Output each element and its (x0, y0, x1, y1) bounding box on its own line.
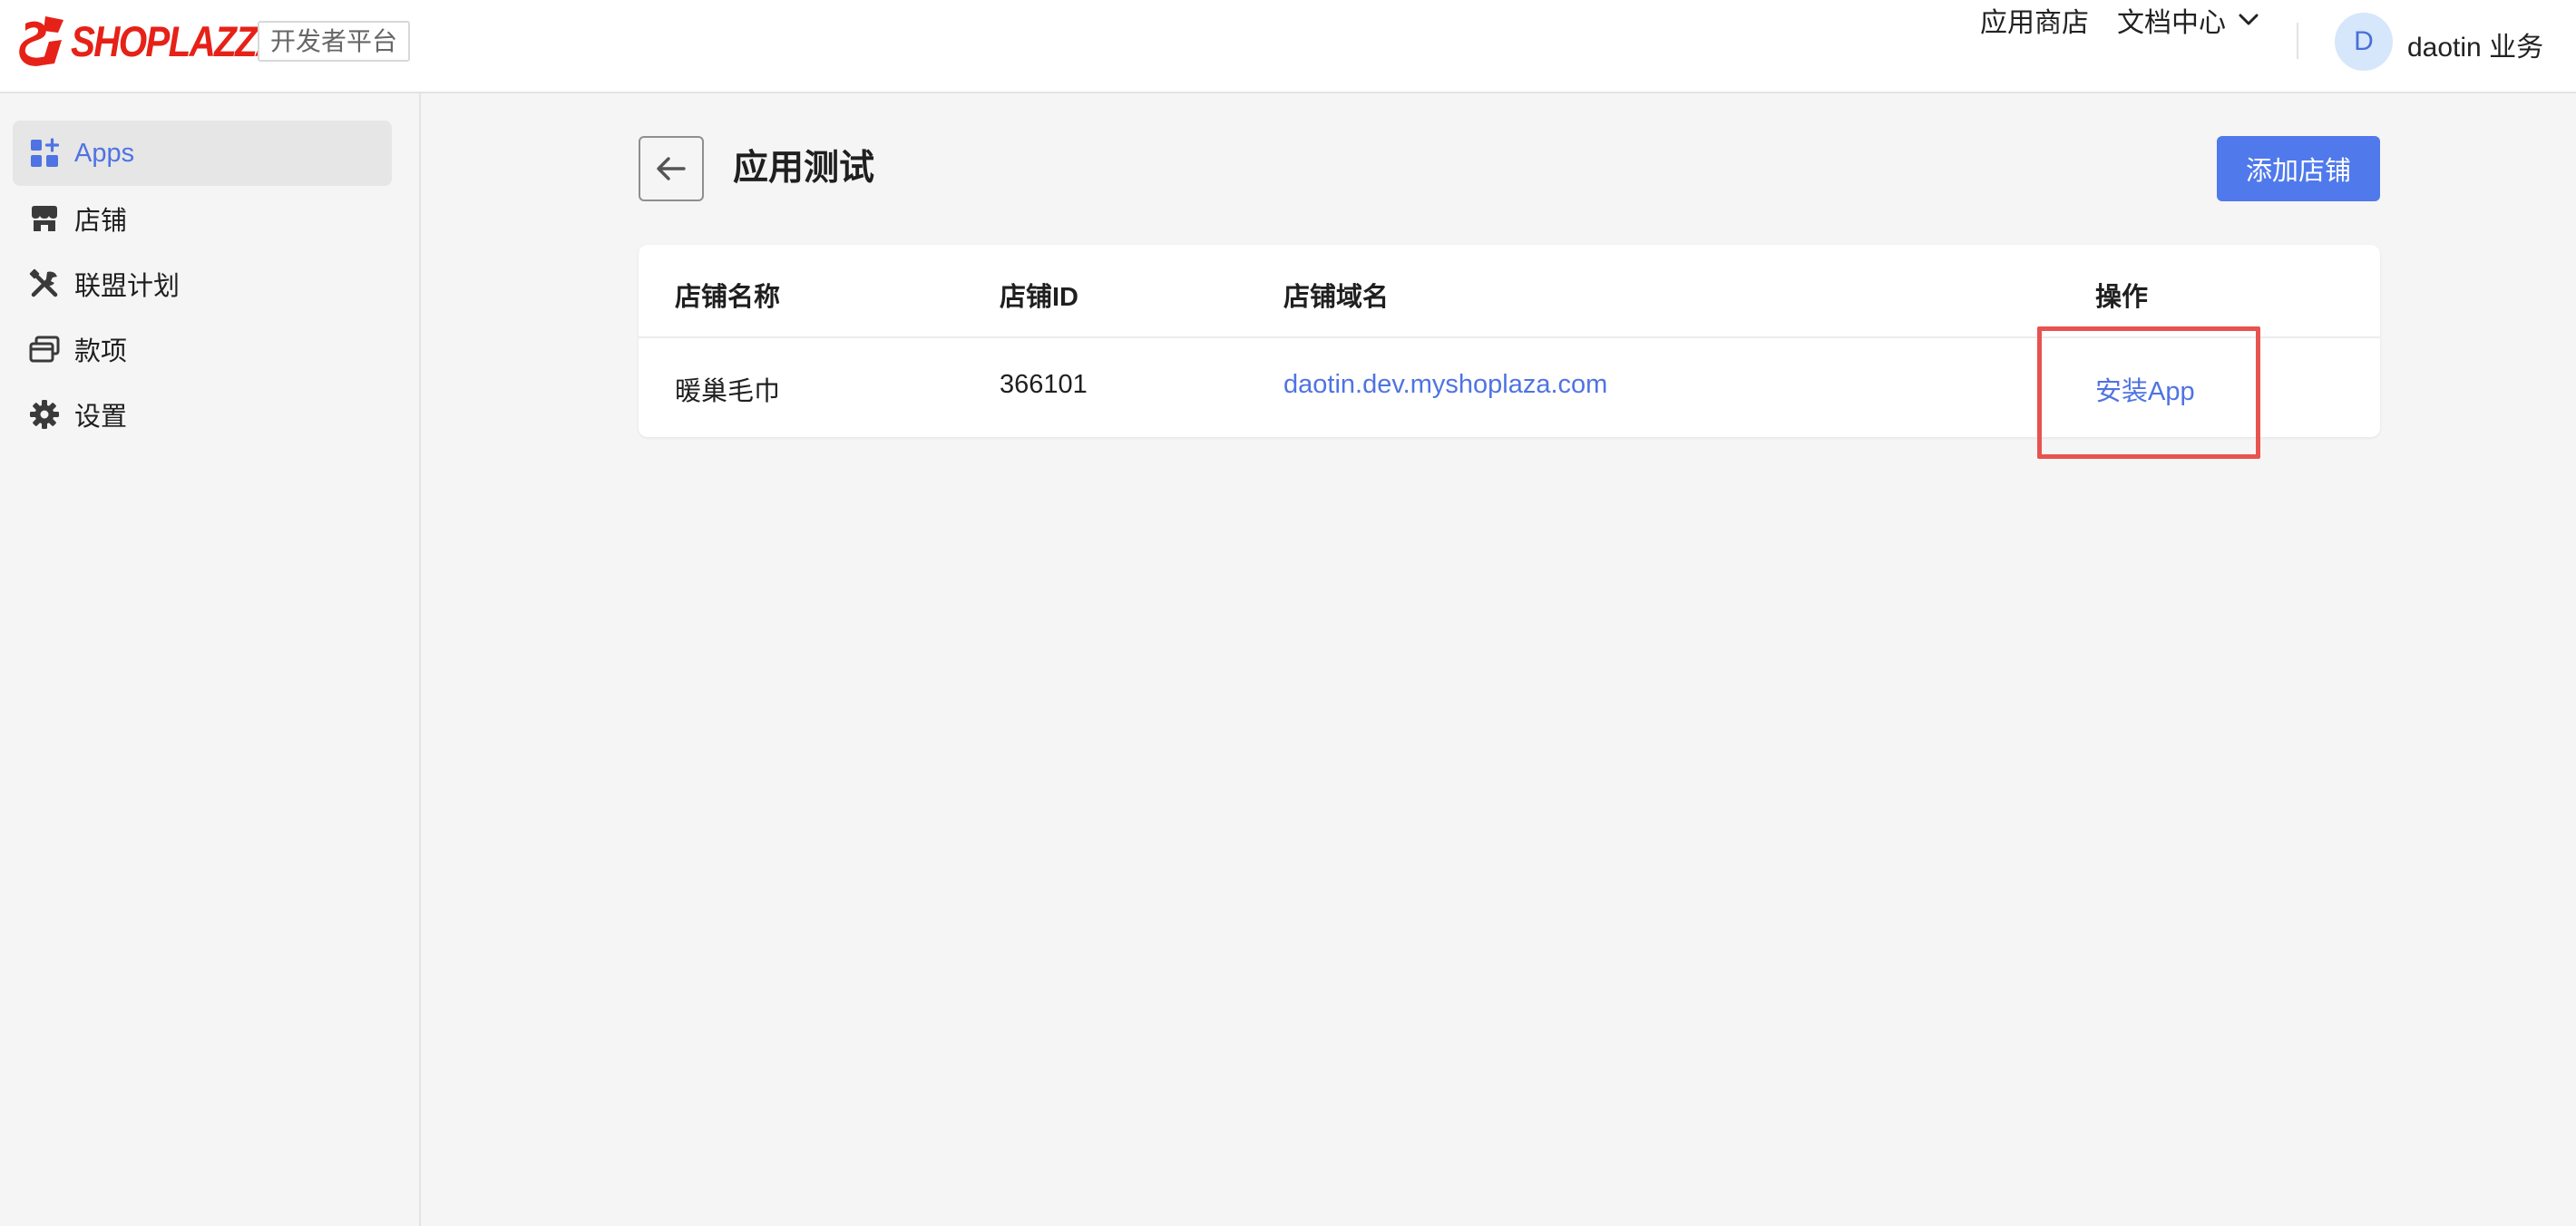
header-divider (639, 336, 2380, 338)
app-store-label: 应用商店 (1980, 8, 2089, 38)
sidebar-item-label: 款项 (74, 337, 128, 366)
column-header-store-id: 店铺ID (1000, 283, 1079, 312)
gear-icon (29, 399, 60, 430)
sidebar-item-label: 联盟计划 (74, 272, 181, 301)
page-title: 应用测试 (733, 149, 875, 188)
stores-table: 店铺名称 店铺ID 店铺域名 操作 暖巢毛巾 366101 daotin.dev… (639, 245, 2380, 437)
store-domain-link[interactable]: daotin.dev.myshoplaza.com (1283, 370, 1607, 400)
sidebar-item-label: 店铺 (74, 207, 128, 236)
sidebar: Apps 店铺 联盟计划 款项 设置 (0, 93, 421, 1226)
chevron-down-icon (2239, 14, 2259, 25)
app-store-link[interactable]: 应用商店 (1980, 0, 2089, 40)
store-id-cell: 366101 (1000, 370, 1088, 399)
column-header-store-name: 店铺名称 (675, 283, 781, 312)
platform-badge: 开发者平台 (258, 21, 411, 62)
brand-name: SHOPLAZZA (71, 16, 282, 65)
top-header: SHOPLAZZA 开发者平台 应用商店 文档中心 D daotin 业务 (0, 0, 2576, 93)
docs-center-dropdown[interactable]: 文档中心 (2117, 0, 2259, 40)
install-app-link[interactable]: 安装App (2095, 370, 2195, 408)
sidebar-item-payments[interactable]: 款项 (13, 316, 392, 382)
sidebar-item-label: 设置 (74, 403, 128, 432)
column-header-actions: 操作 (2095, 283, 2149, 312)
store-name-cell: 暖巢毛巾 (675, 377, 781, 406)
store-icon (29, 203, 60, 234)
sidebar-item-affiliate[interactable]: 联盟计划 (13, 251, 392, 316)
docs-center-label: 文档中心 (2117, 8, 2226, 38)
sidebar-item-settings[interactable]: 设置 (13, 382, 392, 447)
apps-grid-icon (29, 138, 60, 169)
column-header-store-domain: 店铺域名 (1283, 283, 1390, 312)
shoplazza-logo-icon (19, 16, 63, 66)
add-store-button[interactable]: 添加店铺 (2217, 136, 2380, 201)
sidebar-item-stores[interactable]: 店铺 (13, 186, 392, 251)
payment-card-icon (29, 334, 60, 365)
header-divider (2297, 23, 2298, 59)
back-button[interactable] (639, 136, 704, 201)
user-name[interactable]: daotin 业务 (2407, 24, 2543, 64)
sidebar-item-apps[interactable]: Apps (13, 121, 392, 186)
arrow-left-icon (657, 157, 686, 180)
sidebar-item-label: Apps (74, 138, 135, 168)
tools-icon (29, 268, 60, 299)
avatar[interactable]: D (2335, 13, 2393, 71)
